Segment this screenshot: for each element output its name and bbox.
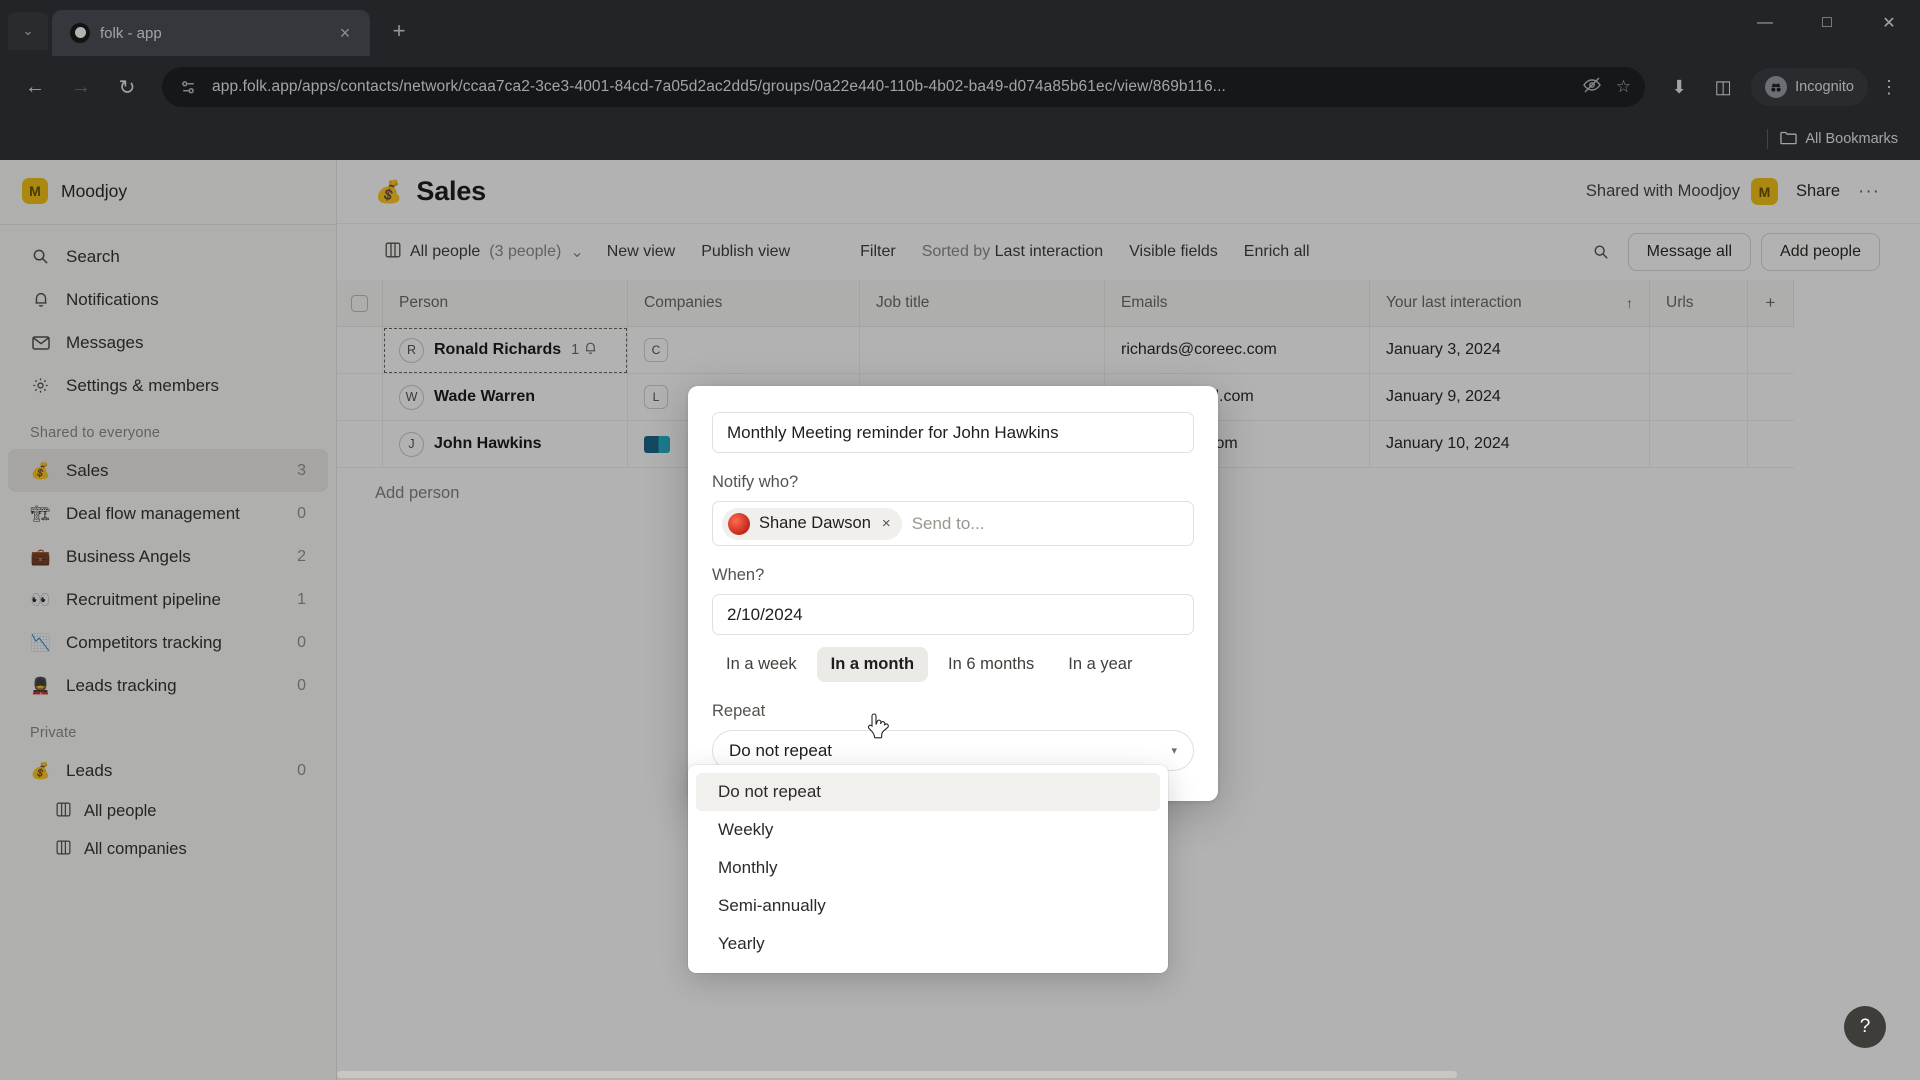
reminder-modal: Monthly Meeting reminder for John Hawkin… [688, 386, 1218, 801]
repeat-label: Repeat [712, 702, 766, 720]
repeat-dropdown-menu: Do not repeat Weekly Monthly Semi-annual… [688, 765, 1168, 973]
chip-in-a-week[interactable]: In a week [712, 647, 811, 682]
reminder-title-input[interactable]: Monthly Meeting reminder for John Hawkin… [712, 412, 1194, 453]
recipient-name: Shane Dawson [759, 514, 871, 532]
recipient-token[interactable]: Shane Dawson × [722, 507, 902, 540]
chip-in-a-year[interactable]: In a year [1054, 647, 1146, 682]
repeat-option-weekly[interactable]: Weekly [696, 811, 1160, 849]
repeat-option-monthly[interactable]: Monthly [696, 849, 1160, 887]
avatar [728, 512, 750, 535]
chevron-down-icon: ▾ [1171, 745, 1177, 757]
remove-recipient-icon[interactable]: × [882, 515, 891, 532]
quick-pick-chips: In a week In a month In 6 months In a ye… [712, 647, 1194, 682]
when-label: When? [712, 566, 765, 584]
notify-who-label: Notify who? [712, 473, 799, 491]
browser-window: ⌄ folk - app × + — □ ✕ ← → ↻ app.folk.ap… [0, 0, 1920, 1080]
scrollbar-thumb[interactable] [337, 1071, 1457, 1078]
repeat-option-semi-annually[interactable]: Semi-annually [696, 887, 1160, 925]
horizontal-scrollbar[interactable] [337, 1069, 1920, 1080]
repeat-selected-value: Do not repeat [729, 740, 833, 760]
chip-in-6-months[interactable]: In 6 months [934, 647, 1048, 682]
notify-who-field[interactable]: Shane Dawson × Send to... [712, 501, 1194, 546]
when-date-input[interactable]: 2/10/2024 [712, 594, 1194, 635]
repeat-option-yearly[interactable]: Yearly [696, 925, 1160, 963]
repeat-option-do-not-repeat[interactable]: Do not repeat [696, 773, 1160, 811]
send-to-placeholder: Send to... [911, 513, 985, 533]
help-button[interactable]: ? [1844, 1006, 1886, 1048]
chip-in-a-month[interactable]: In a month [816, 647, 929, 682]
